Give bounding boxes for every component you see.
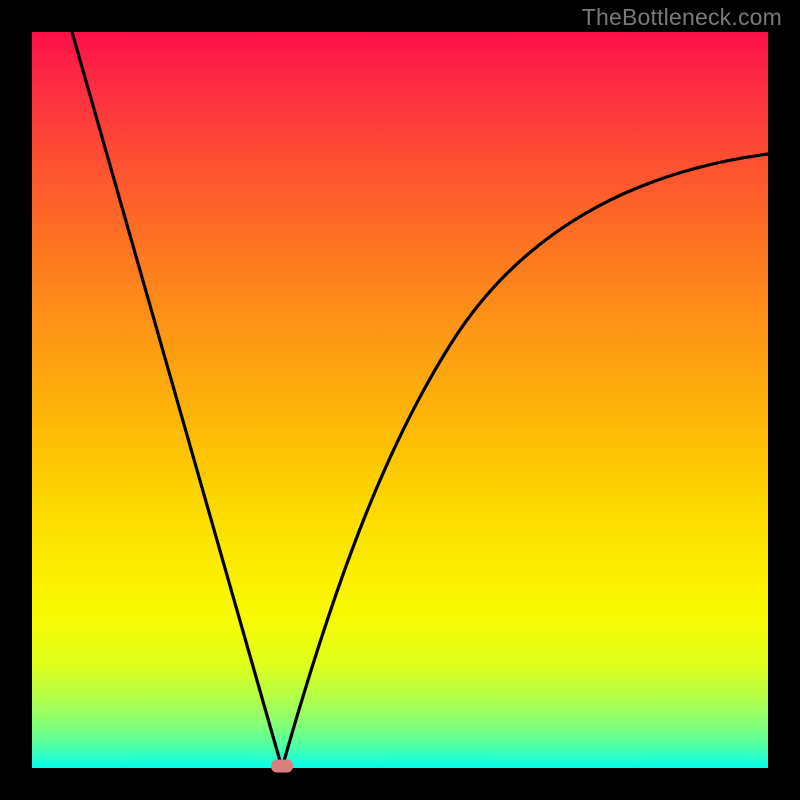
chart-frame: TheBottleneck.com — [0, 0, 800, 800]
optimal-point-marker — [271, 760, 293, 773]
watermark-text: TheBottleneck.com — [582, 4, 782, 31]
left-branch-path — [72, 32, 282, 768]
plot-area — [32, 32, 768, 768]
curve-svg — [32, 32, 768, 768]
right-branch-path — [282, 154, 768, 768]
